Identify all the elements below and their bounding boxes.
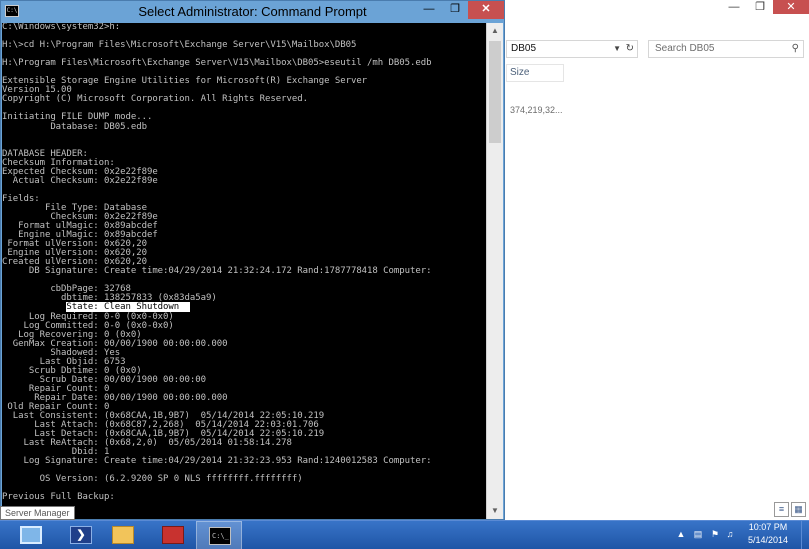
- scrollbar-thumb[interactable]: [489, 41, 501, 143]
- show-desktop-button[interactable]: [801, 520, 809, 549]
- taskbar-server-manager[interactable]: [8, 521, 54, 549]
- column-header-size[interactable]: Size: [506, 64, 564, 82]
- server-manager-tooltip: Server Manager: [0, 506, 75, 520]
- restore-button[interactable]: ❐: [442, 1, 468, 19]
- flag-icon[interactable]: ⚑: [709, 527, 721, 541]
- explorer-restore-button[interactable]: ❐: [749, 0, 771, 14]
- console-line: Extensible Storage Engine Utilities for …: [2, 76, 368, 87]
- clock-time[interactable]: 10:07 PM: [740, 522, 796, 532]
- chevron-down-icon[interactable]: ▼: [613, 41, 621, 57]
- search-icon[interactable]: ⚲: [792, 41, 799, 57]
- taskbar-command-prompt[interactable]: C:\_: [196, 521, 242, 549]
- vertical-scrollbar[interactable]: ▲ ▼: [486, 23, 503, 519]
- command-prompt-window: C:\ Select Administrator: Command Prompt…: [0, 0, 505, 520]
- cmd-titlebar[interactable]: C:\ Select Administrator: Command Prompt…: [1, 1, 504, 23]
- taskbar-file-explorer[interactable]: [100, 521, 146, 549]
- scroll-down-arrow-icon[interactable]: ▼: [487, 503, 503, 519]
- console-line: Actual Checksum: 0x2e22f89e: [2, 175, 158, 186]
- explorer-search-input[interactable]: Search DB05 ⚲: [648, 40, 804, 58]
- console-line: H:\>cd H:\Program Files\Microsoft\Exchan…: [2, 40, 357, 51]
- search-placeholder: Search DB05: [655, 43, 715, 54]
- taskbar-powershell[interactable]: ❯: [58, 521, 104, 549]
- folder-icon: [112, 526, 134, 544]
- explorer-address-bar[interactable]: DB05 ▼ ↻: [506, 40, 638, 58]
- close-button[interactable]: ✕: [468, 1, 504, 19]
- refresh-icon[interactable]: ↻: [626, 41, 634, 57]
- scroll-up-arrow-icon[interactable]: ▲: [487, 23, 503, 39]
- console-lines: C:\Windows\system32>h: H:\>cd H:\Program…: [2, 23, 486, 502]
- explorer-close-button[interactable]: ✕: [773, 0, 809, 14]
- explorer-titlebar: — ❐ ✕: [500, 0, 809, 16]
- tray-expand-icon[interactable]: ▲: [675, 527, 687, 541]
- selected-text[interactable]: State: Clean Shutdown: [66, 302, 190, 313]
- console-line: Copyright (C) Microsoft Corporation. All…: [2, 94, 309, 105]
- taskbar: ❯ C:\_: [0, 520, 809, 549]
- large-icons-view-icon[interactable]: ▦: [791, 502, 806, 517]
- clock-date[interactable]: 5/14/2014: [740, 535, 796, 545]
- explorer-minimize-button[interactable]: —: [723, 0, 745, 14]
- server-manager-icon: [20, 526, 42, 544]
- console-output[interactable]: C:\Windows\system32>h: H:\>cd H:\Program…: [2, 23, 486, 519]
- file-size-cell: 374,219,32...: [510, 105, 563, 115]
- address-text: DB05: [511, 43, 537, 54]
- console-line: H:\Program Files\Microsoft\Exchange Serv…: [2, 58, 432, 69]
- console-line: Database: DB05.edb: [2, 121, 147, 132]
- console-line: C:\Windows\system32>h:: [2, 23, 121, 32]
- network-icon[interactable]: ▤: [692, 527, 704, 541]
- toolbox-icon: [162, 526, 184, 544]
- speaker-icon[interactable]: ♫: [724, 527, 736, 541]
- powershell-icon: ❯: [70, 526, 92, 544]
- minimize-button[interactable]: —: [416, 1, 442, 19]
- cmd-icon: C:\_: [209, 527, 231, 545]
- console-line: OS Version: (6.2.9200 SP 0 NLS ffffffff.…: [2, 474, 303, 485]
- console-line: Previous Full Backup:: [2, 492, 115, 503]
- taskbar-exchange-toolbox[interactable]: [150, 521, 196, 549]
- console-line: Log Signature: Create time:04/29/2014 21…: [2, 456, 432, 467]
- console-line: DB Signature: Create time:04/29/2014 21:…: [2, 266, 432, 277]
- details-view-icon[interactable]: ≡: [774, 502, 789, 517]
